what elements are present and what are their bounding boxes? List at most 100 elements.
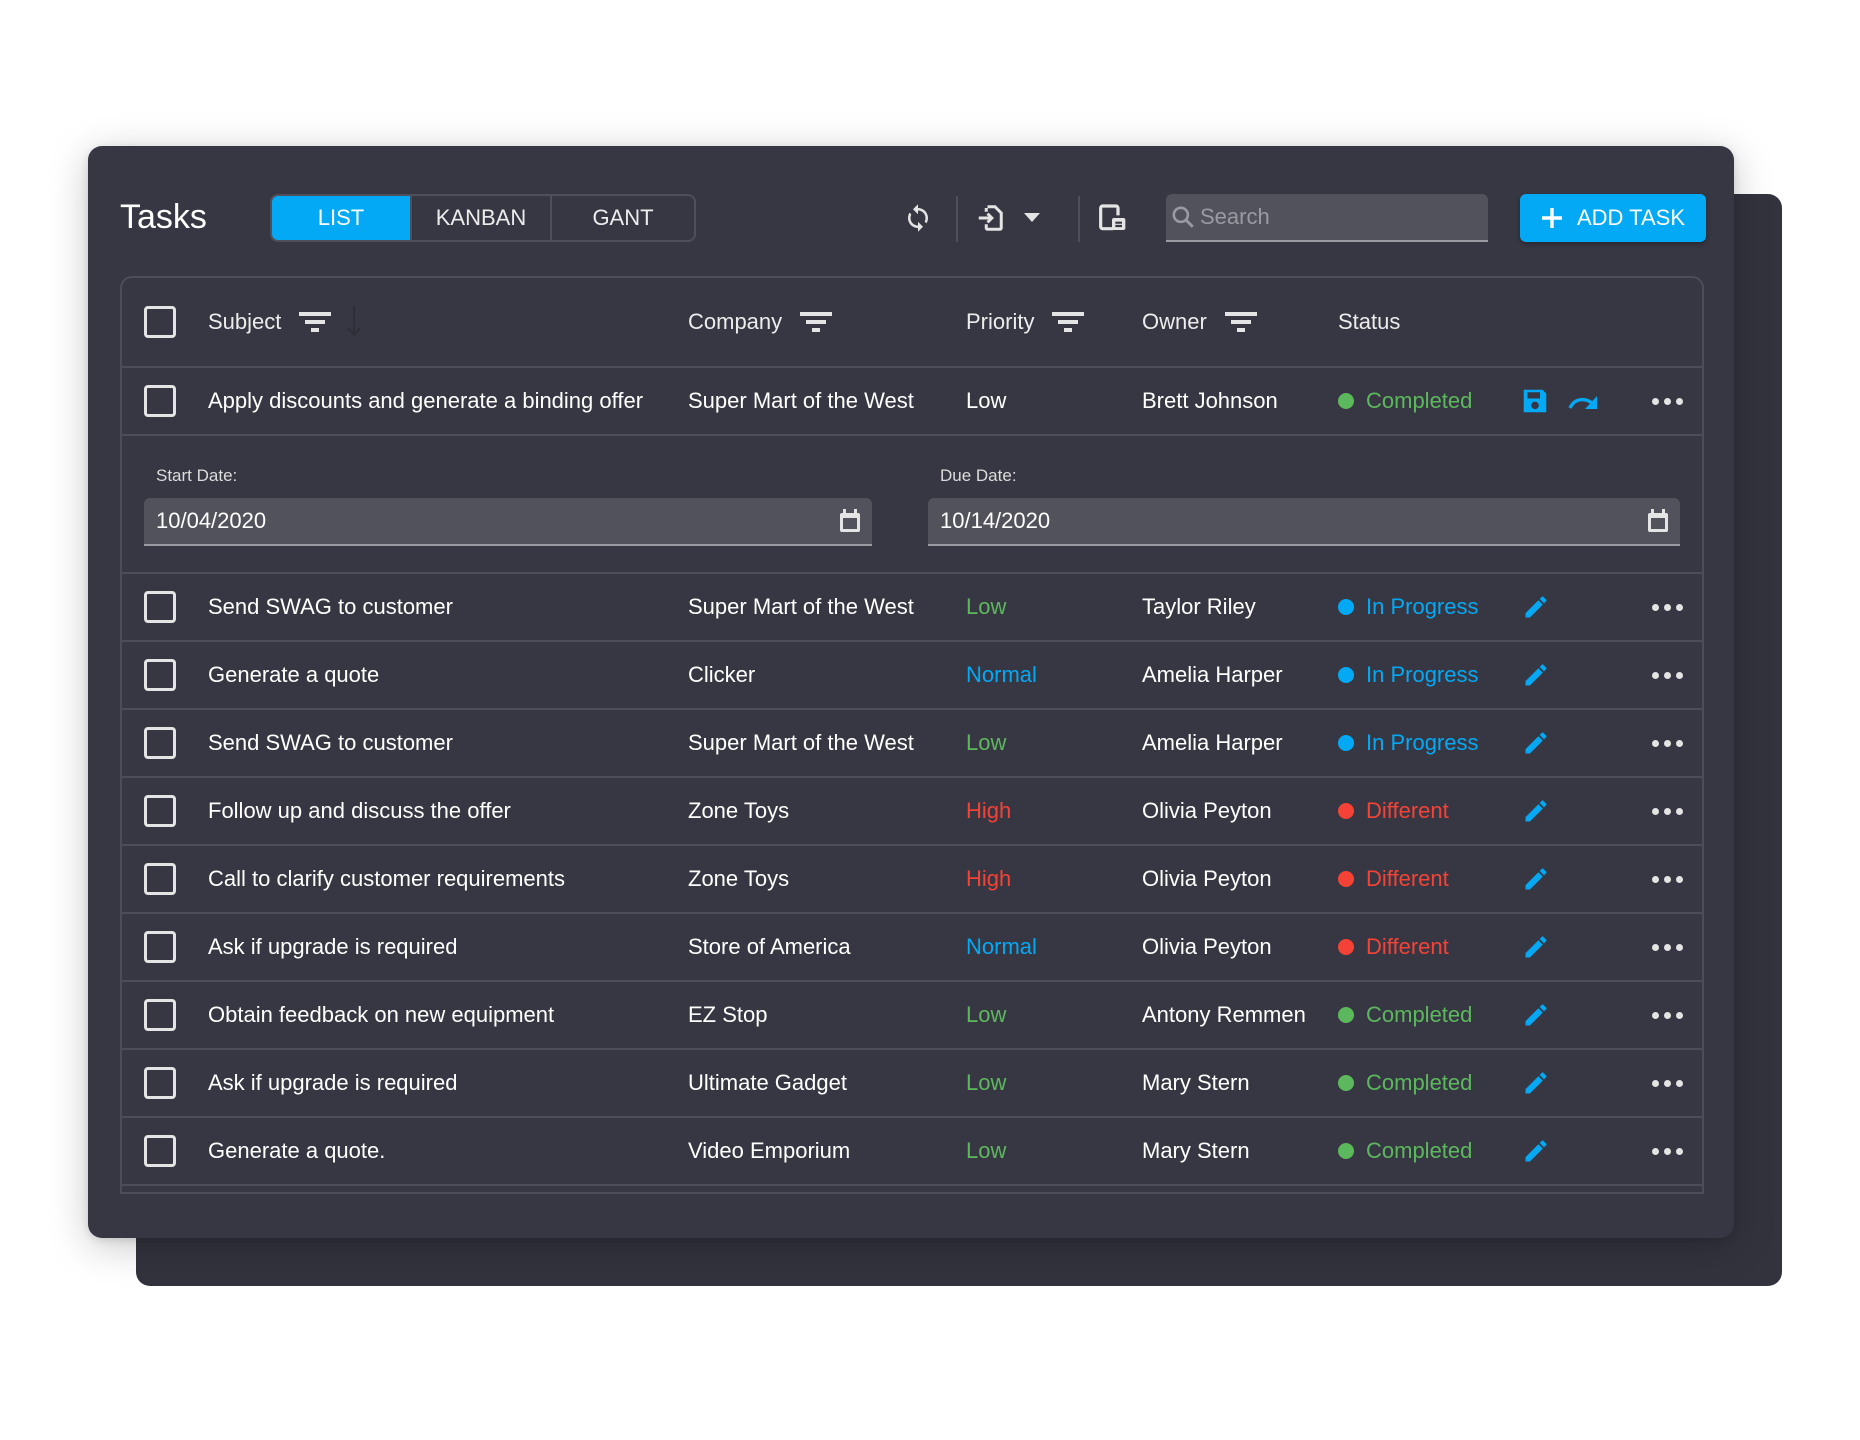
cell-status[interactable]: Different xyxy=(1338,778,1449,844)
cell-company[interactable]: EZ Stop xyxy=(688,982,767,1048)
filter-icon[interactable] xyxy=(1052,311,1085,333)
edit-pencil-icon[interactable] xyxy=(1522,1069,1550,1097)
cell-status[interactable]: Completed xyxy=(1338,1050,1472,1116)
cell-subject[interactable]: Obtain feedback on new equipment xyxy=(208,982,554,1048)
row-checkbox[interactable] xyxy=(144,795,176,827)
edit-pencil-icon[interactable] xyxy=(1522,1137,1550,1165)
filter-icon[interactable] xyxy=(1224,311,1257,333)
cell-company[interactable]: Clicker xyxy=(688,642,755,708)
calendar-icon[interactable] xyxy=(1636,508,1680,534)
more-icon[interactable] xyxy=(1652,943,1683,951)
column-header-subject[interactable]: Subject xyxy=(208,278,362,366)
edit-pencil-icon[interactable] xyxy=(1522,797,1550,825)
more-icon[interactable] xyxy=(1652,1079,1683,1087)
cell-owner[interactable]: Mary Stern xyxy=(1142,1118,1250,1184)
cell-owner[interactable]: Olivia Peyton xyxy=(1142,778,1272,844)
start-date-input[interactable] xyxy=(156,508,828,534)
cell-owner[interactable]: Olivia Peyton xyxy=(1142,914,1272,980)
row-checkbox[interactable] xyxy=(144,999,176,1031)
edit-pencil-icon[interactable] xyxy=(1522,661,1550,689)
cell-company[interactable]: Store of America xyxy=(688,914,851,980)
cell-company[interactable]: Zone Toys xyxy=(688,778,789,844)
more-icon[interactable] xyxy=(1652,1147,1683,1155)
cell-status[interactable]: In Progress xyxy=(1338,574,1479,640)
more-icon[interactable] xyxy=(1652,875,1683,883)
column-chooser-icon[interactable] xyxy=(1094,200,1130,236)
cell-owner[interactable]: Amelia Harper xyxy=(1142,642,1283,708)
cell-subject[interactable]: Ask if upgrade is required xyxy=(208,914,457,980)
row-checkbox[interactable] xyxy=(144,659,176,691)
more-icon[interactable] xyxy=(1652,397,1683,405)
cell-status[interactable]: Completed xyxy=(1338,368,1472,434)
tab-kanban[interactable]: KANBAN xyxy=(412,196,552,240)
export-dropdown-caret-icon[interactable] xyxy=(1018,200,1046,236)
cell-company[interactable]: Video Emporium xyxy=(688,1118,850,1184)
select-all-checkbox[interactable] xyxy=(144,306,176,338)
export-icon[interactable] xyxy=(972,200,1008,236)
row-checkbox[interactable] xyxy=(144,931,176,963)
cell-priority[interactable]: Normal xyxy=(966,642,1037,708)
redo-icon[interactable] xyxy=(1568,390,1600,412)
tab-gant[interactable]: GANT xyxy=(552,196,694,240)
cell-priority[interactable]: Normal xyxy=(966,914,1037,980)
save-icon[interactable] xyxy=(1520,386,1550,416)
row-checkbox[interactable] xyxy=(144,385,176,417)
cell-status[interactable]: Completed xyxy=(1338,982,1472,1048)
cell-priority[interactable]: Low xyxy=(966,710,1006,776)
edit-pencil-icon[interactable] xyxy=(1522,593,1550,621)
edit-pencil-icon[interactable] xyxy=(1522,1001,1550,1029)
cell-company[interactable]: Ultimate Gadget xyxy=(688,1050,847,1116)
tab-list[interactable]: LIST xyxy=(272,196,412,240)
more-icon[interactable] xyxy=(1652,1011,1683,1019)
more-icon[interactable] xyxy=(1652,603,1683,611)
row-checkbox[interactable] xyxy=(144,1135,176,1167)
column-header-priority[interactable]: Priority xyxy=(966,278,1085,366)
cell-subject[interactable]: Generate a quote. xyxy=(208,1118,385,1184)
edit-pencil-icon[interactable] xyxy=(1522,865,1550,893)
cell-status[interactable]: Different xyxy=(1338,914,1449,980)
cell-priority[interactable]: High xyxy=(966,846,1011,912)
cell-subject[interactable]: Call to clarify customer requirements xyxy=(208,846,565,912)
edit-pencil-icon[interactable] xyxy=(1522,729,1550,757)
cell-priority[interactable]: Low xyxy=(966,1118,1006,1184)
cell-subject[interactable]: Send SWAG to customer xyxy=(208,574,453,640)
cell-subject[interactable]: Apply discounts and generate a binding o… xyxy=(208,368,643,434)
filter-icon[interactable] xyxy=(800,311,833,333)
calendar-icon[interactable] xyxy=(828,508,872,534)
cell-subject[interactable]: Send SWAG to customer xyxy=(208,710,453,776)
cell-priority[interactable]: Low xyxy=(966,1050,1006,1116)
more-icon[interactable] xyxy=(1652,739,1683,747)
column-header-company[interactable]: Company xyxy=(688,278,833,366)
cell-subject[interactable]: Generate a quote xyxy=(208,642,379,708)
search-input[interactable] xyxy=(1200,204,1488,230)
cell-company[interactable]: Super Mart of the West xyxy=(688,574,914,640)
due-date-input[interactable] xyxy=(940,508,1636,534)
row-checkbox[interactable] xyxy=(144,863,176,895)
cell-priority[interactable]: Low xyxy=(966,982,1006,1048)
edit-pencil-icon[interactable] xyxy=(1522,933,1550,961)
cell-company[interactable]: Super Mart of the West xyxy=(688,368,914,434)
more-icon[interactable] xyxy=(1652,671,1683,679)
filter-icon[interactable] xyxy=(299,311,332,333)
cell-status[interactable]: In Progress xyxy=(1338,642,1479,708)
cell-owner[interactable]: Amelia Harper xyxy=(1142,710,1283,776)
cell-company[interactable]: Zone Toys xyxy=(688,846,789,912)
cell-priority[interactable]: High xyxy=(966,778,1011,844)
cell-priority[interactable]: Low xyxy=(966,368,1006,434)
cell-subject[interactable]: Ask if upgrade is required xyxy=(208,1050,457,1116)
column-header-status[interactable]: Status xyxy=(1338,278,1400,366)
cell-company[interactable]: Super Mart of the West xyxy=(688,710,914,776)
cell-status[interactable]: Completed xyxy=(1338,1118,1472,1184)
cell-subject[interactable]: Follow up and discuss the offer xyxy=(208,778,511,844)
cell-owner[interactable]: Mary Stern xyxy=(1142,1050,1250,1116)
cell-status[interactable]: Different xyxy=(1338,846,1449,912)
row-checkbox[interactable] xyxy=(144,727,176,759)
add-task-button[interactable]: ADD TASK xyxy=(1520,194,1706,242)
column-header-owner[interactable]: Owner xyxy=(1142,278,1257,366)
cell-status[interactable]: In Progress xyxy=(1338,710,1479,776)
cell-owner[interactable]: Olivia Peyton xyxy=(1142,846,1272,912)
cell-owner[interactable]: Antony Remmen xyxy=(1142,982,1306,1048)
cell-priority[interactable]: Low xyxy=(966,574,1006,640)
cell-owner[interactable]: Brett Johnson xyxy=(1142,368,1278,434)
row-checkbox[interactable] xyxy=(144,591,176,623)
